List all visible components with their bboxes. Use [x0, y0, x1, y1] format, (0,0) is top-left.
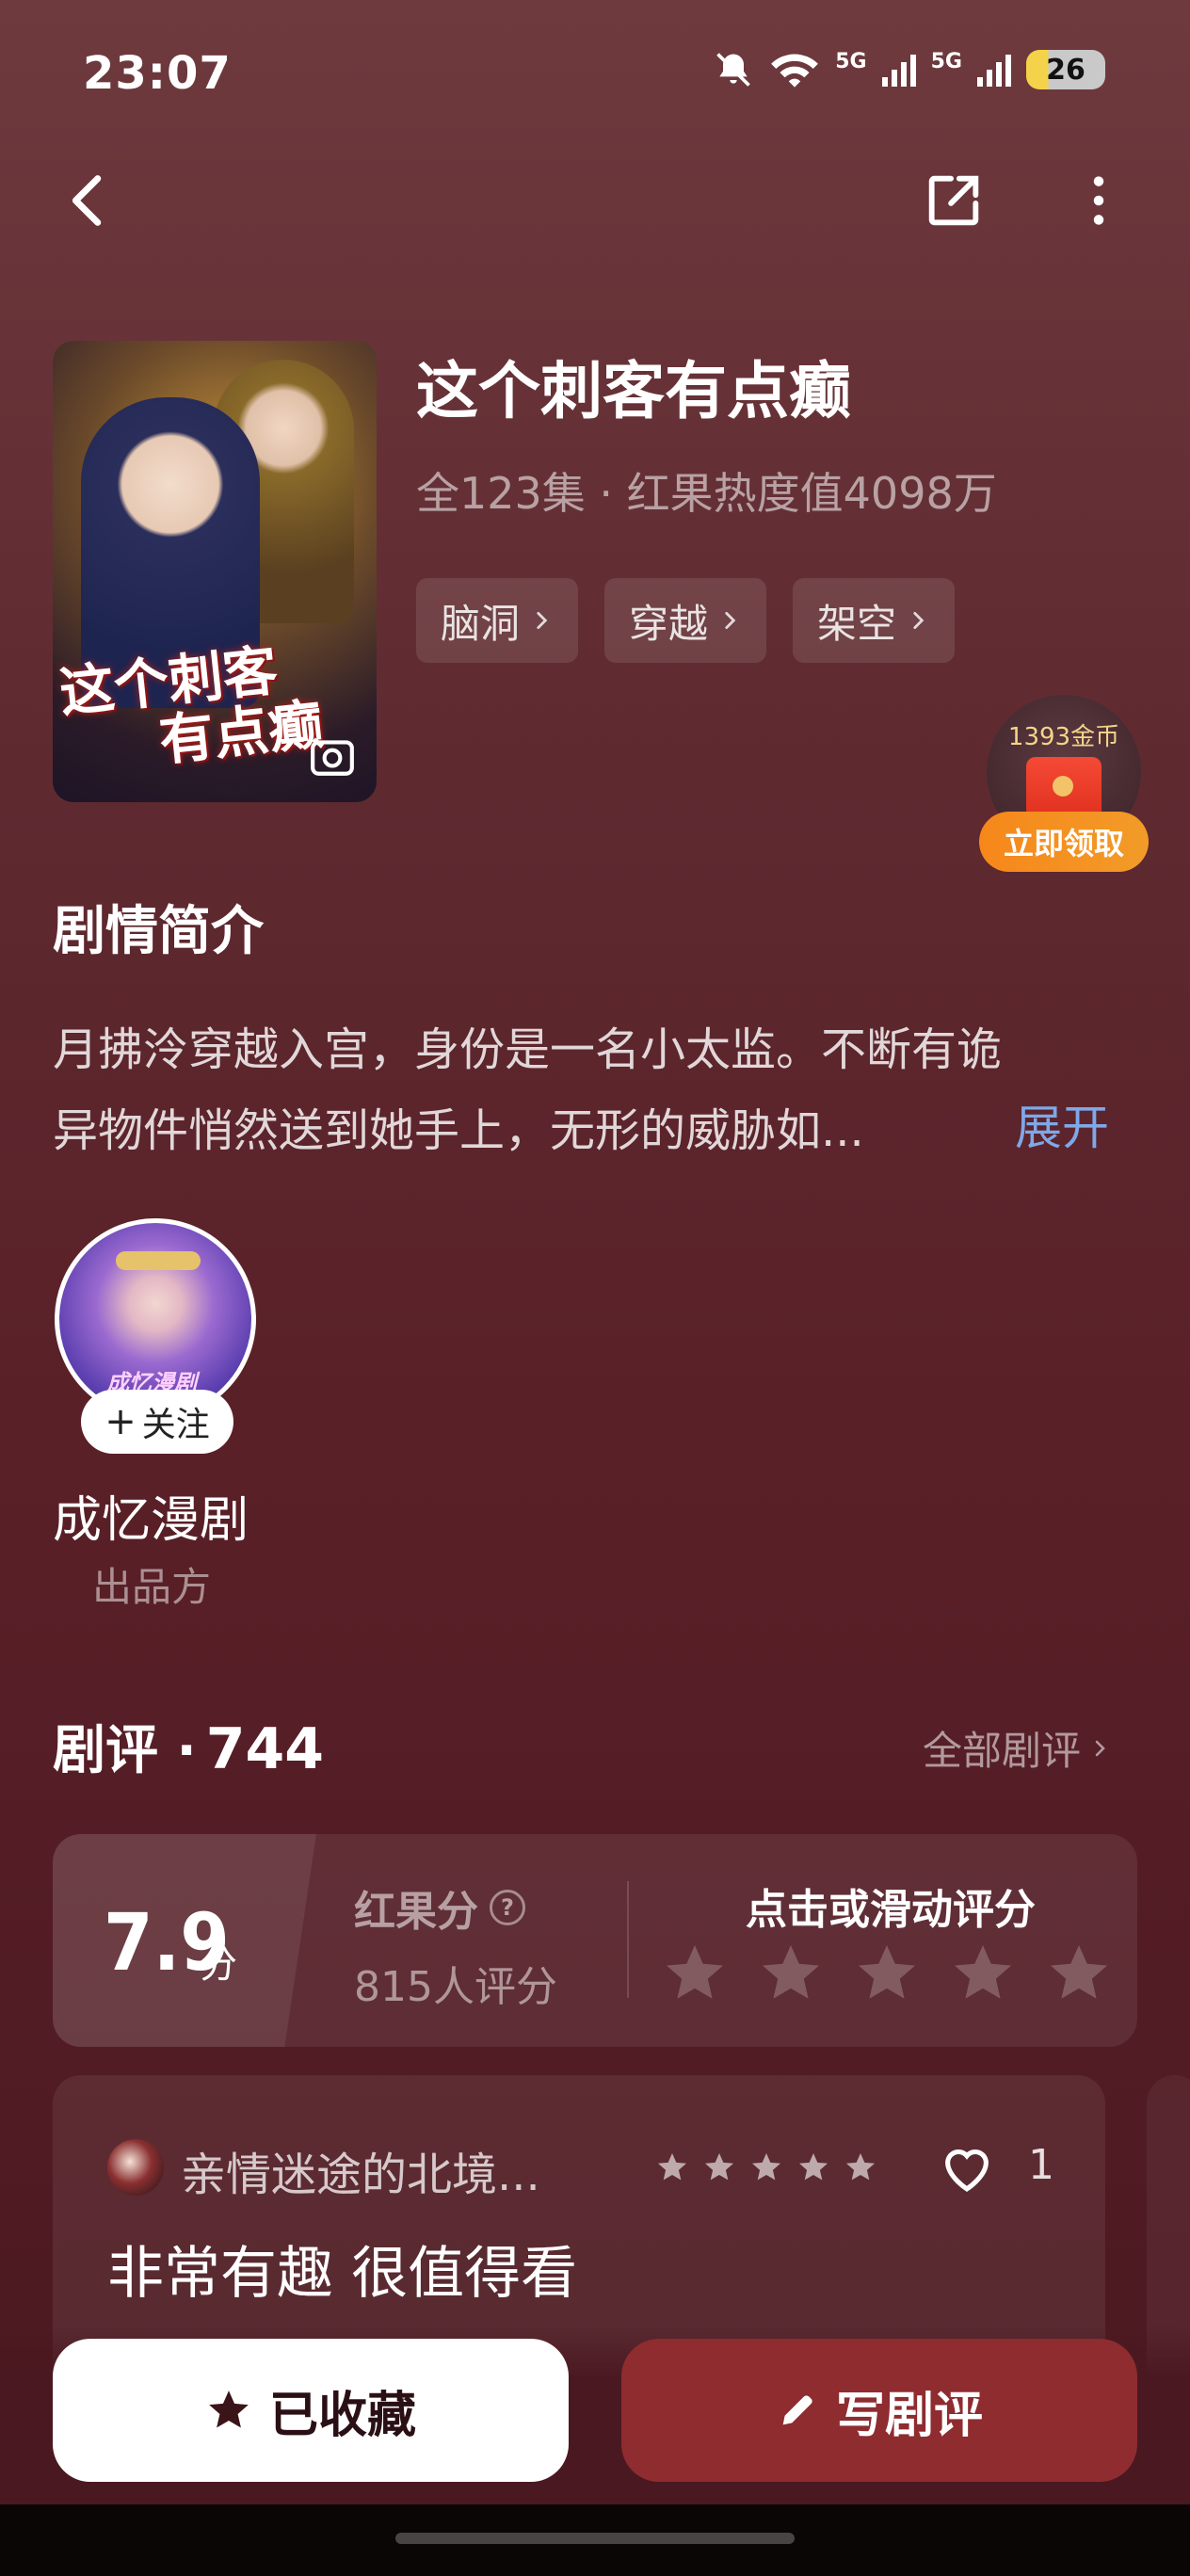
producer-name[interactable]: 成忆漫剧 [53, 1480, 249, 1551]
follow-label: 关注 [141, 1406, 210, 1444]
heart-icon[interactable] [938, 2141, 996, 2194]
synopsis-title: 剧情简介 [53, 901, 264, 962]
share-icon [928, 175, 979, 226]
star-icon[interactable] [1045, 1940, 1113, 2007]
score-unit: 分 [200, 1943, 237, 1987]
producer-role: 出品方 [92, 1564, 212, 1610]
tag-item[interactable]: 脑洞 [416, 578, 579, 663]
coin-reward-widget[interactable]: 1393金币 立即领取 [979, 695, 1149, 879]
follow-button[interactable]: + 关注 [81, 1390, 233, 1454]
network-5g-label-a: 5G [835, 49, 867, 73]
star-filled-icon [209, 2391, 249, 2428]
score-label-text: 红果分 [354, 1888, 478, 1936]
claim-button[interactable]: 立即领取 [979, 812, 1149, 872]
tag-label: 架空 [817, 600, 897, 647]
star-icon[interactable] [949, 1940, 1017, 2007]
tag-item[interactable]: 架空 [793, 578, 956, 663]
star-icon[interactable] [853, 1940, 921, 2007]
all-reviews-label: 全部剧评 [923, 1728, 1082, 1774]
wifi-icon [771, 54, 819, 88]
chevron-right-icon [725, 612, 736, 629]
signal-icon-a [881, 55, 916, 87]
help-icon[interactable]: ? [490, 1890, 525, 1925]
write-label: 写剧评 [835, 2387, 983, 2444]
review-text: 非常有趣 很值得看 [107, 2241, 578, 2307]
plus-icon: + [105, 1400, 137, 1443]
write-review-button[interactable]: 写剧评 [621, 2339, 1137, 2482]
rating-stars-input[interactable] [661, 1940, 1113, 2007]
synopsis-line-2: 异物件悄然送到她手上，无形的威胁如... [53, 1104, 864, 1157]
chevron-right-icon [1095, 1740, 1105, 1756]
home-indicator[interactable] [395, 2533, 795, 2544]
signal-icon-b [977, 55, 1011, 87]
star-icon [705, 2153, 733, 2181]
more-vertical-icon [1093, 176, 1104, 225]
chevron-right-icon [913, 612, 925, 629]
tag-label: 穿越 [629, 600, 709, 647]
synopsis-text: 月拂泠穿越入宫，身份是一名小太监。不断有诡 异物件悄然送到她手上，无形的威胁如.… [53, 1009, 1145, 1171]
reviewer-name[interactable]: 亲情迷途的北境... [181, 2137, 540, 2203]
collect-button[interactable]: 已收藏 [53, 2339, 569, 2482]
camera-icon [311, 740, 354, 776]
tag-label: 脑洞 [441, 600, 521, 647]
reviews-count: 744 [205, 1716, 325, 1782]
avatar-crown [116, 1251, 201, 1270]
chevron-left-icon [72, 175, 102, 226]
star-icon[interactable] [661, 1940, 729, 2007]
star-icon [799, 2153, 828, 2181]
synopsis-line-1: 月拂泠穿越入宫，身份是一名小太监。不断有诡 [53, 1023, 1003, 1076]
more-button[interactable] [1066, 168, 1132, 233]
like-count: 1 [1028, 2141, 1054, 2189]
drama-meta: 全123集 · 红果热度值4098万 [416, 468, 997, 519]
pencil-icon [782, 2395, 812, 2425]
tag-item[interactable]: 穿越 [604, 578, 767, 663]
star-icon [846, 2153, 875, 2181]
status-bar: 23:07 5G 5G 26 [0, 0, 1190, 151]
reviews-header: 剧评 · 744 [53, 1708, 324, 1784]
review-rating-stars [655, 2150, 877, 2184]
drama-title: 这个刺客有点癫 [416, 355, 851, 427]
score-label: 红果分 ? [354, 1877, 525, 1938]
rate-prompt: 点击或滑动评分 [746, 1886, 1036, 1934]
star-icon[interactable] [757, 1940, 825, 2007]
star-icon [752, 2153, 780, 2181]
all-reviews-link[interactable]: 全部剧评 [923, 1719, 1111, 1777]
status-icons: 5G 5G 26 [713, 49, 1105, 90]
rating-card: 7.9 分 红果分 ? 815人评分 点击或滑动评分 [53, 1834, 1137, 2047]
rating-divider [627, 1881, 629, 1998]
reviews-title: 剧评 · [53, 1720, 197, 1781]
back-button[interactable] [56, 168, 122, 233]
network-5g-label-b: 5G [930, 49, 962, 73]
coin-amount: 1393金币 [1007, 723, 1120, 751]
drama-cover[interactable]: 这个刺客 有点癫 [53, 341, 377, 802]
tag-list: 脑洞 穿越 架空 [416, 578, 956, 663]
status-time: 23:07 [83, 47, 232, 100]
battery-indicator: 26 [1026, 50, 1105, 89]
reviewer-avatar[interactable] [107, 2139, 164, 2196]
mute-bell-icon [716, 53, 751, 87]
raters-count: 815人评分 [354, 1963, 557, 2011]
red-envelope-icon [1026, 757, 1102, 819]
expand-synopsis-link[interactable]: 展开 [1015, 1090, 1109, 1158]
share-button[interactable] [921, 168, 987, 233]
collect-label: 已收藏 [268, 2387, 416, 2444]
star-icon [658, 2153, 686, 2181]
chevron-right-icon [537, 612, 548, 629]
